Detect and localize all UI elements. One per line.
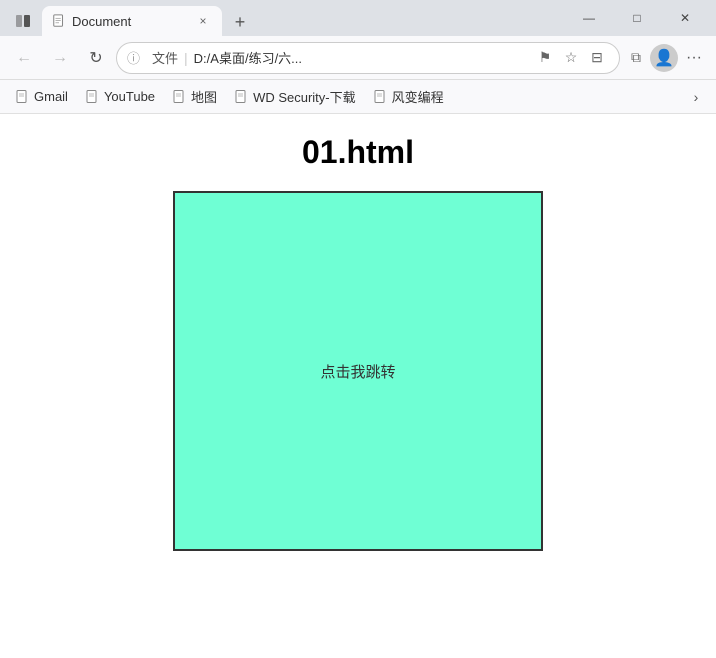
bookmark-wdsecurity-label: WD Security-下载 xyxy=(253,87,356,106)
bookmark-page-icon-gmail xyxy=(16,90,30,104)
back-btn[interactable]: ← xyxy=(8,42,40,74)
tab-group: Document × + xyxy=(8,0,254,36)
star-badge-btn[interactable]: ⚑ xyxy=(533,46,557,70)
bookmark-youtube-label: YouTube xyxy=(104,89,155,104)
address-actions: ⚑ ☆ ⊟ xyxy=(533,46,609,70)
page-title: 01.html xyxy=(302,134,414,171)
split-screen-btn[interactable]: ⧉ xyxy=(624,46,648,70)
refresh-icon: ↻ xyxy=(89,48,102,68)
active-tab[interactable]: Document × xyxy=(42,6,222,36)
nav-extras: ⧉ 👤 ··· xyxy=(624,44,708,72)
browser-menu-btn[interactable]: ··· xyxy=(680,44,708,72)
split-screen-icon: ⧉ xyxy=(631,49,641,66)
close-btn[interactable]: ✕ xyxy=(662,2,708,34)
new-tab-btn[interactable]: + xyxy=(226,8,254,36)
bookmark-gmail-label: Gmail xyxy=(34,89,68,104)
page-content: 01.html 点击我跳转 xyxy=(0,114,716,658)
minimize-btn[interactable]: — xyxy=(566,2,612,34)
profile-avatar[interactable]: 👤 xyxy=(650,44,678,72)
favorites-btn[interactable]: ☆ xyxy=(559,46,583,70)
bookmarks-more-btn[interactable]: › xyxy=(684,85,708,109)
tab-close-btn[interactable]: × xyxy=(194,12,212,30)
address-info-icon: ⓘ xyxy=(127,48,140,67)
star-badge-icon: ⚑ xyxy=(539,49,552,66)
collections-icon: ⊟ xyxy=(591,49,603,66)
bookmark-page-icon-maps xyxy=(173,90,187,104)
bookmark-page-icon-fengbian xyxy=(374,90,388,104)
sidebar-toggle-btn[interactable] xyxy=(8,6,38,36)
maximize-btn[interactable]: □ xyxy=(614,2,660,34)
bookmark-fengbian[interactable]: 风变编程 xyxy=(366,83,452,110)
bookmark-wdsecurity[interactable]: WD Security-下载 xyxy=(227,83,364,110)
bookmarks-bar: Gmail YouTube 地图 WD Security- xyxy=(0,80,716,114)
back-icon: ← xyxy=(16,49,32,67)
address-bar[interactable]: ⓘ 文件 | D:/A桌面/练习/六... ⚑ ☆ ⊟ xyxy=(116,42,620,74)
cyan-link-box[interactable]: 点击我跳转 xyxy=(173,191,543,551)
bookmark-page-icon-wdsecurity xyxy=(235,90,249,104)
forward-icon: → xyxy=(52,49,68,67)
bookmark-maps-label: 地图 xyxy=(191,87,217,106)
tab-page-icon xyxy=(52,14,66,28)
cyan-box-text: 点击我跳转 xyxy=(320,361,395,382)
favorites-icon: ☆ xyxy=(565,49,578,66)
tab-label: Document xyxy=(72,14,188,29)
bookmark-fengbian-label: 风变编程 xyxy=(392,87,444,106)
file-label: 文件 xyxy=(152,48,178,67)
collections-btn[interactable]: ⊟ xyxy=(585,46,609,70)
bookmark-maps[interactable]: 地图 xyxy=(165,83,225,110)
address-text: D:/A桌面/练习/六... xyxy=(194,48,527,67)
browser-window: Document × + — □ ✕ ← → ↻ ⓘ 文件 | D:/A桌面/练… xyxy=(0,0,716,658)
nav-bar: ← → ↻ ⓘ 文件 | D:/A桌面/练习/六... ⚑ ☆ ⊟ xyxy=(0,36,716,80)
title-bar: Document × + — □ ✕ xyxy=(0,0,716,36)
window-controls: — □ ✕ xyxy=(566,2,708,34)
refresh-btn[interactable]: ↻ xyxy=(80,42,112,74)
avatar-icon: 👤 xyxy=(654,48,674,68)
bookmark-page-icon-youtube xyxy=(86,90,100,104)
forward-btn[interactable]: → xyxy=(44,42,76,74)
bookmark-youtube[interactable]: YouTube xyxy=(78,85,163,108)
address-pipe: | xyxy=(184,50,188,66)
bookmark-gmail[interactable]: Gmail xyxy=(8,85,76,108)
